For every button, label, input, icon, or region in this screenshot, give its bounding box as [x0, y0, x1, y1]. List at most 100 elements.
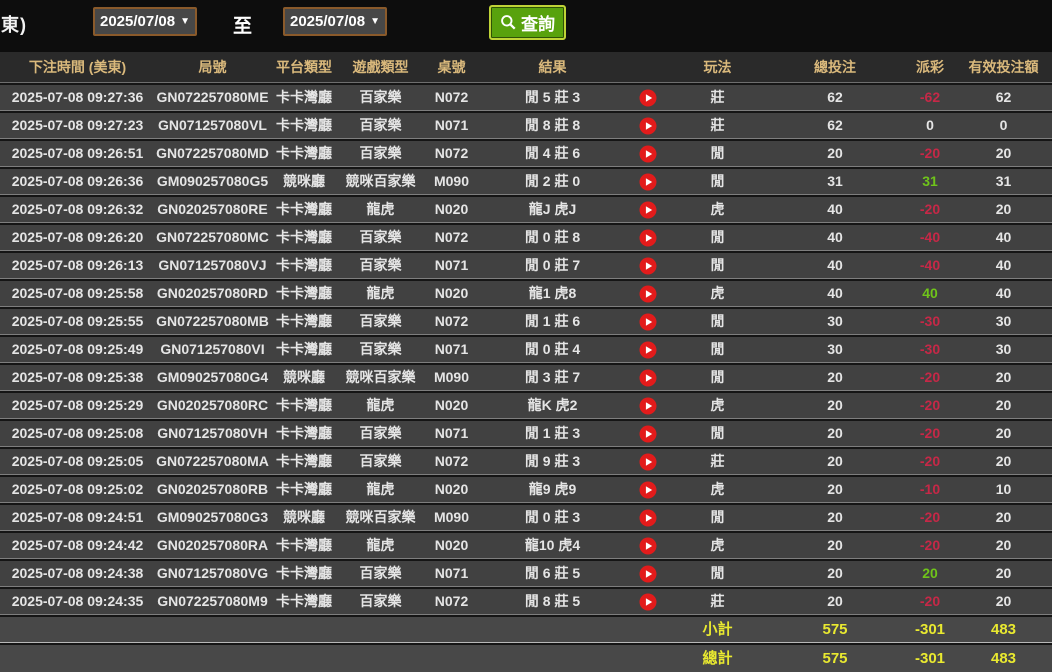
play-video-button[interactable] — [639, 229, 657, 247]
table-row: 2025-07-08 09:25:58 GN020257080RD 卡卡灣廳 龍… — [0, 281, 1052, 307]
cell-total-bet: 40 — [827, 285, 843, 301]
table-row: 2025-07-08 09:27:23 GN071257080VL 卡卡灣廳 百… — [0, 113, 1052, 139]
cell-payout: -20 — [919, 453, 941, 469]
table-row: 2025-07-08 09:25:05 GN072257080MA 卡卡灣廳 百… — [0, 449, 1052, 475]
cell-round-id: GN072257080MD — [156, 145, 269, 161]
column-header-bet-type: 玩法 — [703, 59, 732, 75]
cell-bet-type: 閒 — [710, 341, 725, 357]
cell-result: 閒 0 莊 3 — [524, 509, 581, 525]
cell-game-type: 龍虎 — [366, 201, 395, 217]
cell-bet-time: 2025-07-08 09:25:08 — [11, 425, 144, 441]
play-video-button[interactable] — [639, 453, 657, 471]
play-video-button[interactable] — [639, 201, 657, 219]
cell-bet-time: 2025-07-08 09:25:02 — [11, 481, 144, 497]
cell-valid-bet: 20 — [995, 565, 1012, 581]
cell-round-id: GN072257080M9 — [157, 593, 268, 609]
cell-video — [625, 421, 670, 446]
cell-video — [625, 533, 670, 558]
cell-valid-bet: 30 — [995, 313, 1012, 329]
search-icon — [501, 15, 516, 30]
cell-platform-type: 卡卡灣廳 — [276, 117, 332, 133]
grand-total-payout: -301 — [914, 650, 946, 667]
grand-total-row: 總計 575 -301 483 — [0, 645, 1052, 672]
cell-table-number: N020 — [434, 397, 469, 413]
play-video-button[interactable] — [639, 425, 657, 443]
cell-table-number: N020 — [434, 201, 469, 217]
play-video-button[interactable] — [639, 593, 657, 611]
play-video-button[interactable] — [639, 369, 657, 387]
cell-total-bet: 30 — [827, 341, 843, 357]
subtotal-label: 小計 — [702, 621, 733, 638]
cell-platform-type: 卡卡灣廳 — [276, 201, 332, 217]
play-video-button[interactable] — [639, 509, 657, 527]
play-video-button[interactable] — [639, 537, 657, 555]
cell-bet-time: 2025-07-08 09:24:38 — [11, 565, 144, 581]
cell-platform-type: 卡卡灣廳 — [276, 257, 332, 273]
cell-valid-bet: 20 — [995, 201, 1012, 217]
column-header-round-id: 局號 — [198, 59, 227, 75]
cell-video — [625, 225, 670, 250]
cell-round-id: GN072257080ME — [156, 89, 269, 105]
cell-valid-bet: 20 — [995, 397, 1012, 413]
cell-game-type: 百家樂 — [359, 453, 402, 469]
play-video-button[interactable] — [639, 397, 657, 415]
cell-round-id: GN071257080VJ — [158, 257, 267, 273]
date-to-picker[interactable]: 2025/07/08 ▼ — [283, 7, 387, 36]
cell-round-id: GN072257080MB — [156, 313, 269, 329]
cell-platform-type: 競咪廳 — [283, 369, 325, 385]
cell-platform-type: 卡卡灣廳 — [276, 341, 332, 357]
play-icon — [639, 481, 656, 499]
play-video-button[interactable] — [639, 89, 657, 107]
play-video-button[interactable] — [639, 341, 657, 359]
cell-bet-type: 閒 — [710, 565, 725, 581]
cell-platform-type: 卡卡灣廳 — [276, 313, 332, 329]
play-video-button[interactable] — [639, 145, 657, 163]
cell-round-id: GN020257080RE — [157, 201, 268, 217]
cell-bet-time: 2025-07-08 09:26:32 — [11, 201, 144, 217]
cell-round-id: GN072257080MA — [156, 453, 269, 469]
cell-total-bet: 62 — [827, 117, 843, 133]
cell-bet-type: 閒 — [710, 173, 725, 189]
play-video-button[interactable] — [639, 173, 657, 191]
cell-total-bet: 40 — [827, 229, 843, 245]
cell-video — [625, 477, 670, 502]
cell-round-id: GN071257080VH — [157, 425, 268, 441]
cell-game-type: 百家樂 — [359, 565, 402, 581]
cell-video — [625, 281, 670, 306]
play-video-button[interactable] — [639, 257, 657, 275]
play-video-button[interactable] — [639, 285, 657, 303]
cell-platform-type: 卡卡灣廳 — [276, 481, 332, 497]
cell-platform-type: 卡卡灣廳 — [276, 453, 332, 469]
grand-total-valid-bet: 483 — [990, 650, 1017, 667]
grand-total-total-bet: 575 — [822, 650, 848, 667]
cell-total-bet: 20 — [827, 509, 843, 525]
cell-result: 閒 3 莊 7 — [524, 369, 581, 385]
cell-payout: -40 — [919, 257, 941, 273]
subtotal-payout: -301 — [914, 621, 946, 638]
cell-platform-type: 卡卡灣廳 — [276, 89, 332, 105]
play-icon — [639, 173, 656, 191]
cell-round-id: GN020257080RC — [156, 397, 269, 413]
date-to-value: 2025/07/08 — [290, 13, 366, 30]
date-from-picker[interactable]: 2025/07/08 ▼ — [93, 7, 197, 36]
play-video-button[interactable] — [639, 565, 657, 583]
table-row: 2025-07-08 09:27:36 GN072257080ME 卡卡灣廳 百… — [0, 85, 1052, 111]
cell-table-number: N071 — [434, 257, 469, 273]
cell-result: 閒 8 莊 8 — [524, 117, 581, 133]
cell-platform-type: 卡卡灣廳 — [276, 145, 332, 161]
cell-table-number: N072 — [434, 89, 469, 105]
play-video-button[interactable] — [639, 481, 657, 499]
search-button[interactable]: 查詢 — [489, 5, 566, 40]
cell-result: 閒 6 莊 5 — [524, 565, 581, 581]
cell-valid-bet: 40 — [995, 285, 1012, 301]
cell-bet-type: 閒 — [710, 257, 725, 273]
subtotal-total-bet: 575 — [822, 621, 848, 638]
cell-round-id: GN071257080VG — [156, 565, 269, 581]
cell-video — [625, 449, 670, 474]
play-video-button[interactable] — [639, 313, 657, 331]
cell-valid-bet: 20 — [995, 537, 1012, 553]
play-video-button[interactable] — [639, 117, 657, 135]
cell-round-id: GM090257080G3 — [156, 509, 269, 525]
table-body: 2025-07-08 09:27:36 GN072257080ME 卡卡灣廳 百… — [0, 85, 1052, 615]
cell-table-number: M090 — [433, 173, 470, 189]
